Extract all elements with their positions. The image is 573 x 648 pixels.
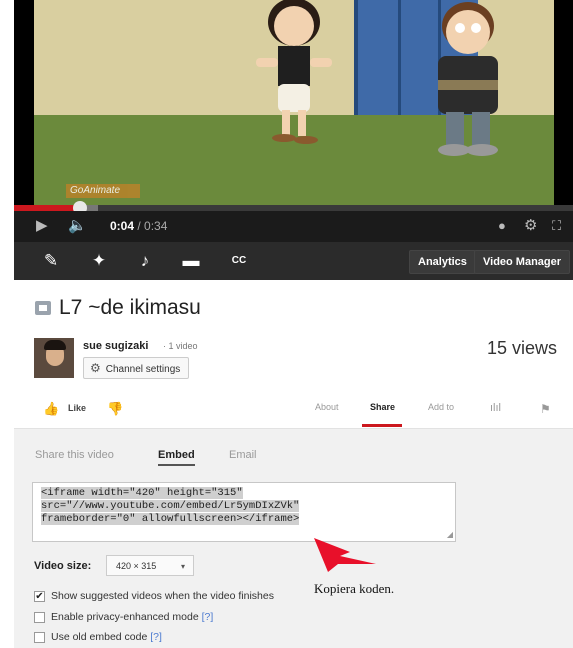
goanimate-watermark: GoAnimate <box>66 184 140 198</box>
old-embed-label[interactable]: Use old embed code [?] <box>51 631 162 643</box>
analytics-button[interactable]: Analytics <box>409 250 476 274</box>
play-icon[interactable]: ▶ <box>36 217 48 235</box>
gear-icon: ⚙ <box>90 361 101 375</box>
video-title: L7 ~de ikimasu <box>59 296 201 319</box>
annotations-icon[interactable]: ▬ <box>180 250 202 272</box>
channel-settings-button[interactable]: ⚙ Channel settings <box>83 357 190 379</box>
player-controls: ▶ 🔈 0:04 / 0:34 ● ⚙ ⛶ <box>14 211 573 242</box>
video-size-select[interactable]: 420 × 315 ▾ <box>106 555 194 576</box>
time-display: 0:04 / 0:34 <box>110 219 167 233</box>
settings-gear-icon[interactable]: ⚙ <box>524 217 537 235</box>
active-tab-underline <box>362 424 402 427</box>
thumbs-up-icon[interactable]: 👍 <box>43 401 59 417</box>
action-row: 👍 Like 👎 About Share Add to ılıl ⚑ <box>14 392 573 429</box>
help-link[interactable]: [?] <box>150 631 162 643</box>
embed-code-textarea[interactable]: <iframe width="420" height="315" src="//… <box>32 482 456 542</box>
video-size-value: 420 × 315 <box>116 561 157 571</box>
option-label: Use old embed code <box>51 631 148 643</box>
cartoon-boy <box>438 2 498 156</box>
channel-name[interactable]: sue sugizaki <box>83 340 148 352</box>
annotation-text: Kopiera koden. <box>314 581 395 596</box>
tab-share-this-video[interactable]: Share this video <box>35 449 114 461</box>
tab-email[interactable]: Email <box>229 449 257 461</box>
embed-code-line: src="//www.youtube.com/embed/Lr5ymDIxZVk… <box>41 500 300 512</box>
embed-code-line: frameborder="0" allowfullscreen></iframe… <box>41 513 300 525</box>
help-link[interactable]: [?] <box>202 611 214 623</box>
suggested-videos-label[interactable]: Show suggested videos when the video fin… <box>51 590 274 602</box>
locker-divider <box>398 0 401 130</box>
tab-about[interactable]: About <box>315 402 339 412</box>
red-arrow-annotation <box>314 538 376 572</box>
captions-cc-icon[interactable]: CC <box>228 250 250 272</box>
old-embed-checkbox[interactable] <box>34 632 45 643</box>
tab-embed[interactable]: Embed <box>158 449 195 466</box>
video-frame[interactable]: GoAnimate <box>14 0 573 205</box>
audio-note-icon[interactable]: ♪ <box>134 250 156 272</box>
tab-share[interactable]: Share <box>370 402 395 412</box>
embed-code-line: <iframe width="420" height="315" <box>41 487 243 499</box>
thumbs-down-icon[interactable]: 👎 <box>107 401 123 417</box>
fullscreen-icon[interactable]: ⛶ <box>552 217 561 235</box>
stats-bar-icon[interactable]: ılıl <box>490 402 501 414</box>
privacy-mode-checkbox[interactable] <box>34 612 45 623</box>
view-count: 15 views <box>486 338 557 358</box>
chevron-down-icon: ▾ <box>180 562 185 571</box>
flag-icon[interactable]: ⚑ <box>540 402 551 416</box>
edit-pencil-icon[interactable]: ✎ <box>40 250 62 272</box>
watch-later-icon[interactable]: ● <box>498 217 506 235</box>
suggested-videos-checkbox[interactable]: ✔ <box>34 591 45 602</box>
video-manager-button[interactable]: Video Manager <box>474 250 571 274</box>
cartoon-girl <box>256 0 332 144</box>
channel-video-count: · 1 video <box>163 341 198 351</box>
privacy-mode-label[interactable]: Enable privacy-enhanced mode [?] <box>51 611 213 623</box>
current-time: 0:04 <box>110 219 135 233</box>
option-label: Enable privacy-enhanced mode <box>51 611 199 623</box>
enhancements-wand-icon[interactable]: ✦ <box>88 250 110 272</box>
video-right-letterbox <box>554 0 573 205</box>
resize-handle-icon[interactable]: ◢ <box>447 530 453 539</box>
volume-icon[interactable]: 🔈 <box>68 217 87 235</box>
duration: / 0:34 <box>134 219 168 233</box>
embed-code: <iframe width="420" height="315" src="//… <box>41 487 300 526</box>
tab-add-to[interactable]: Add to <box>428 402 454 412</box>
option-label: Show suggested videos when the video fin… <box>51 590 274 602</box>
avatar-hair <box>44 340 66 350</box>
video-icon <box>35 301 51 315</box>
creator-toolbar: ✎ ✦ ♪ ▬ CC Analytics Video Manager <box>14 242 573 280</box>
like-label[interactable]: Like <box>68 403 86 413</box>
avatar[interactable] <box>34 338 74 378</box>
channel-settings-label: Channel settings <box>105 364 181 375</box>
video-size-label: Video size: <box>34 560 92 572</box>
